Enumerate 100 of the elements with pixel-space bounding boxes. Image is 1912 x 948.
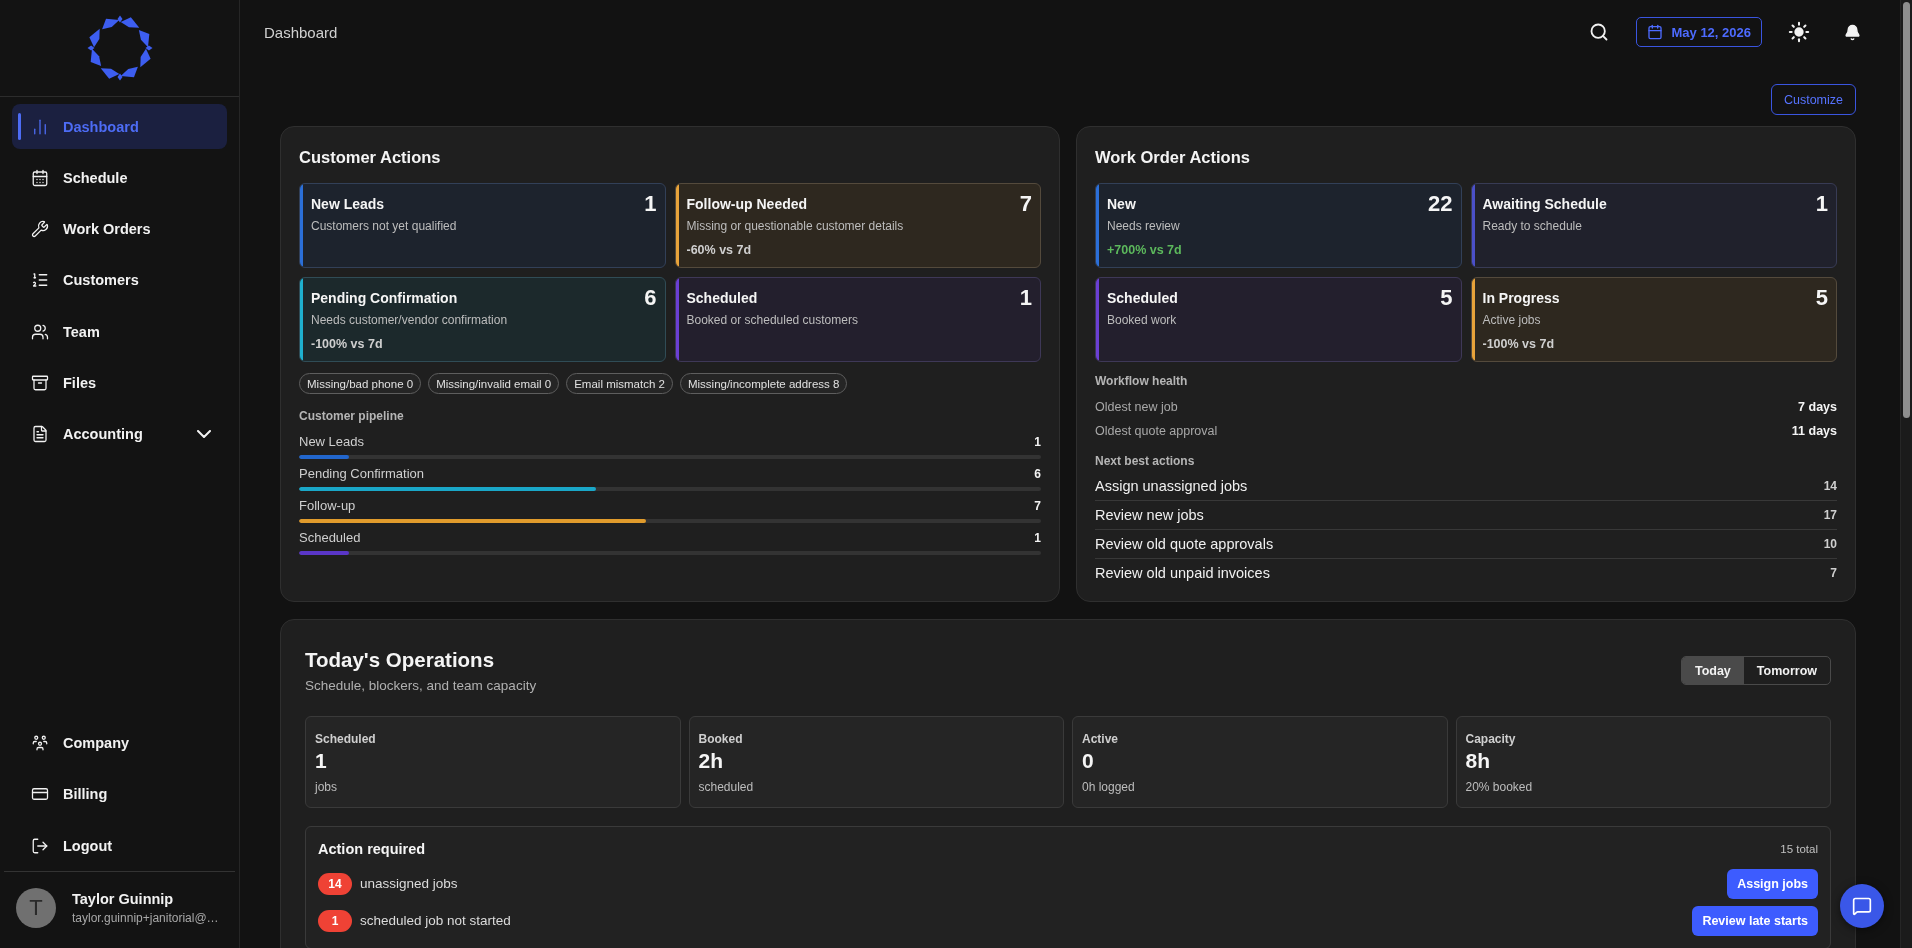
filter-chip[interactable]: Missing/bad phone 0 — [299, 373, 422, 394]
stat-title: Awaiting Schedule — [1482, 195, 1607, 213]
archive-box-icon — [31, 374, 49, 392]
scrollbar-thumb[interactable] — [1903, 2, 1910, 418]
metric-value: 2h — [698, 748, 723, 773]
metric-label: Booked — [698, 730, 743, 747]
stat-card[interactable]: Scheduled 1 Booked or scheduled customers — [674, 277, 1041, 362]
count-badge: 14 — [318, 872, 352, 895]
avatar: T — [16, 888, 56, 928]
stat-title: Follow-up Needed — [686, 195, 808, 213]
section-label: Customer pipeline — [299, 409, 405, 423]
logo-icon — [86, 15, 153, 81]
nav-item[interactable]: Customers — [12, 257, 227, 303]
action-link[interactable]: Review new jobs — [1095, 505, 1204, 524]
nav-item[interactable]: Accounting — [12, 411, 227, 457]
trend-text: +700% vs 7d — [1107, 242, 1182, 258]
metric-label: Capacity — [1465, 730, 1516, 747]
stat-card[interactable]: New Leads 1 Customers not yet qualified — [299, 183, 666, 268]
health-label: Oldest quote approval — [1095, 422, 1218, 439]
logout-icon — [31, 836, 49, 855]
stat-count: 1 — [644, 192, 657, 216]
total-count: 15 total — [1780, 842, 1818, 855]
metric-value: 8h — [1465, 748, 1490, 773]
numbered-list-icon — [31, 271, 49, 290]
stat-card[interactable]: Scheduled 5 Booked work — [1095, 277, 1462, 362]
stat-count: 5 — [1815, 286, 1828, 310]
filter-chip[interactable]: Email mismatch 2 — [566, 373, 673, 394]
stat-subtitle: Booked work — [1107, 312, 1177, 328]
metric-caption: 20% booked — [1465, 778, 1533, 795]
section-label: Workflow health — [1095, 374, 1189, 388]
stat-count: 5 — [1440, 286, 1453, 310]
trend-text: -100% vs 7d — [1482, 336, 1555, 352]
stat-card[interactable]: In Progress 5 Active jobs -100% vs 7d — [1470, 277, 1837, 362]
stat-title: New — [1107, 195, 1136, 213]
section-label: Next best actions — [1095, 453, 1196, 468]
stat-title: Scheduled — [1107, 289, 1178, 307]
nav-item[interactable]: Team — [12, 309, 227, 355]
people-group-icon — [31, 733, 49, 752]
count-badge: 1 — [318, 909, 352, 932]
stat-count: 7 — [1019, 192, 1032, 216]
customize-button[interactable]: Customize — [1770, 84, 1856, 115]
pipeline-label: New Leads — [299, 434, 365, 450]
metric-caption: scheduled — [698, 778, 754, 795]
page-title: Dashboard — [264, 23, 338, 41]
action-button[interactable]: Assign jobs — [1727, 868, 1818, 899]
toggle-option[interactable]: Today — [1681, 657, 1744, 684]
trend-text: -60% vs 7d — [686, 242, 752, 258]
action-count: 7 — [1830, 565, 1837, 580]
stat-count: 1 — [1019, 286, 1032, 310]
pipeline-count: 6 — [1034, 466, 1041, 482]
action-count: 10 — [1823, 536, 1837, 551]
nav-item[interactable]: Company — [12, 720, 227, 766]
user-email: taylor.guinnip+janitorial@… — [72, 911, 219, 925]
stat-count: 1 — [1815, 192, 1828, 216]
health-value: 7 days — [1798, 399, 1837, 415]
nav-item[interactable]: Work Orders — [12, 206, 227, 252]
metric-caption: jobs — [315, 778, 337, 795]
stat-count: 22 — [1428, 192, 1453, 216]
action-link[interactable]: Review old unpaid invoices — [1095, 563, 1270, 582]
stat-title: In Progress — [1482, 289, 1560, 307]
stat-subtitle: Active jobs — [1482, 312, 1541, 328]
bell-icon — [1843, 23, 1861, 41]
stat-title: Pending Confirmation — [311, 289, 458, 307]
action-button[interactable]: Review late starts — [1692, 905, 1818, 936]
calendar-icon — [1647, 24, 1664, 40]
filter-chip[interactable]: Missing/incomplete address 8 — [679, 373, 848, 394]
chat-icon — [1852, 896, 1872, 916]
panel-title: Today's Operations — [305, 647, 496, 672]
stat-subtitle: Booked or scheduled customers — [686, 312, 858, 328]
pipeline-count: 7 — [1034, 498, 1041, 514]
nav-item[interactable]: Files — [12, 360, 227, 406]
action-link[interactable]: Assign unassigned jobs — [1095, 476, 1248, 495]
pipeline-label: Pending Confirmation — [299, 466, 425, 482]
stat-card[interactable]: New 22 Needs review +700% vs 7d — [1095, 183, 1462, 268]
nav-item[interactable]: Dashboard — [12, 104, 227, 149]
trend-text: -100% vs 7d — [311, 336, 383, 352]
filter-chip[interactable]: Missing/invalid email 0 — [428, 373, 560, 394]
action-link[interactable]: Review old quote approvals — [1095, 534, 1274, 553]
pipeline-label: Scheduled — [299, 530, 361, 546]
metric-value: 1 — [315, 748, 327, 773]
stat-card[interactable]: Pending Confirmation 6 Needs customer/vendor confirmation -100% vs 7d — [299, 277, 666, 362]
stat-card[interactable]: Follow-up Needed 7 Missing or questionable customer details -60% vs 7d — [674, 183, 1041, 268]
chat-button[interactable] — [1840, 884, 1884, 928]
panel-title: Customer Actions — [299, 147, 442, 167]
toggle-option[interactable]: Tomorrow — [1743, 657, 1830, 684]
stat-subtitle: Needs review — [1107, 218, 1180, 234]
stat-card[interactable]: Awaiting Schedule 1 Ready to schedule — [1470, 183, 1837, 268]
nav-item[interactable]: Billing — [12, 771, 227, 817]
stat-subtitle: Missing or questionable customer details — [686, 218, 904, 234]
date-button[interactable]: May 12, 2026 — [1636, 17, 1762, 47]
user-name: Taylor Guinnip — [72, 891, 174, 908]
nav-item[interactable]: Logout — [12, 823, 227, 868]
panel-heading: Action required — [318, 839, 426, 858]
stat-subtitle: Customers not yet qualified — [311, 218, 457, 234]
nav-item[interactable]: Schedule — [12, 155, 227, 201]
calendar-icon — [31, 168, 49, 187]
stat-count: 6 — [644, 286, 657, 310]
wrench-icon — [31, 220, 49, 239]
people-icon — [31, 322, 49, 341]
pipeline-label: Follow-up — [299, 498, 356, 514]
